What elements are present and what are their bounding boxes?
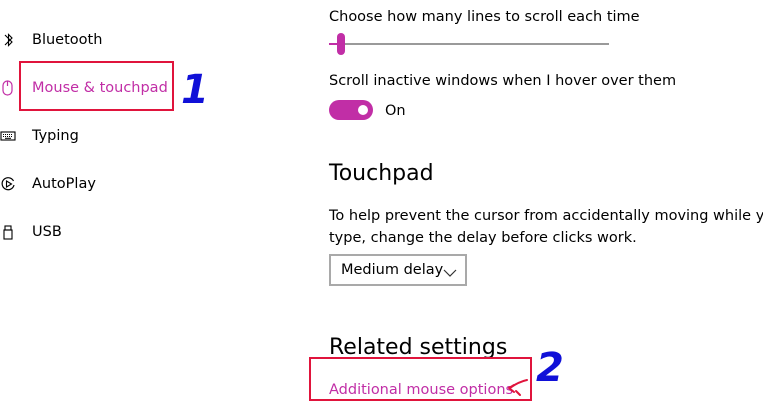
toggle-knob [358, 105, 368, 115]
scroll-lines-slider-thumb[interactable] [337, 33, 346, 55]
settings-window: Bluetooth Mouse & touchpad Typing AutoPl… [0, 0, 763, 401]
pointer-arrow-icon [502, 376, 530, 398]
step-number-2: 2 [536, 345, 564, 391]
sidebar-item-label: AutoPlay [32, 176, 96, 192]
scroll-lines-slider-track[interactable] [329, 43, 609, 45]
sidebar-item-label: Typing [32, 128, 79, 144]
scroll-lines-label: Choose how many lines to scroll each tim… [329, 9, 640, 25]
mouse-icon [0, 78, 18, 98]
step-number-1: 1 [181, 67, 209, 113]
sidebar-item-typing[interactable]: Typing [0, 116, 300, 156]
touchpad-description-line2: type, change the delay before clicks wor… [329, 230, 637, 246]
touchpad-heading: Touchpad [329, 161, 434, 186]
bluetooth-icon [0, 30, 18, 50]
sidebar-item-label: Mouse & touchpad [32, 80, 168, 96]
sidebar-item-bluetooth[interactable]: Bluetooth [0, 20, 300, 60]
touchpad-description-line1: To help prevent the cursor from accident… [329, 208, 763, 224]
additional-mouse-options-link[interactable]: Additional mouse options [329, 381, 513, 399]
sidebar-item-autoplay[interactable]: AutoPlay [0, 164, 300, 204]
sidebar-item-usb[interactable]: USB [0, 212, 300, 252]
scroll-inactive-state: On [385, 103, 406, 119]
usb-icon [0, 222, 18, 242]
autoplay-icon [0, 174, 18, 194]
sidebar-item-label: Bluetooth [32, 32, 103, 48]
related-settings-heading: Related settings [329, 335, 508, 360]
scroll-inactive-label: Scroll inactive windows when I hover ove… [329, 73, 677, 89]
sidebar-item-label: USB [32, 224, 62, 240]
sidebar-item-mouse-touchpad[interactable]: Mouse & touchpad [0, 68, 300, 108]
scroll-inactive-toggle[interactable] [329, 100, 373, 120]
keyboard-icon [0, 126, 18, 146]
touchpad-delay-dropdown[interactable]: Medium delay [329, 254, 467, 286]
chevron-down-icon [443, 264, 457, 277]
dropdown-selected-value: Medium delay [341, 262, 444, 278]
